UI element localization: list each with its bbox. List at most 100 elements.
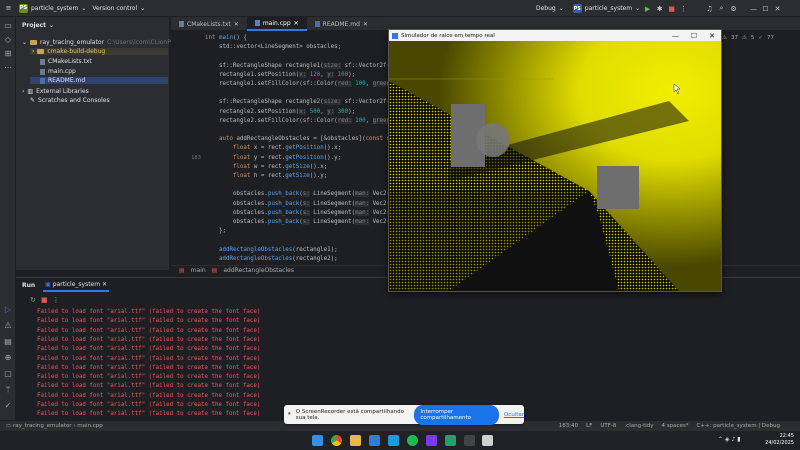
- code-token: float: [232, 145, 254, 152]
- problems-icon[interactable]: ⚠: [3, 321, 13, 331]
- stop-icon[interactable]: ■: [667, 4, 676, 13]
- close-icon[interactable]: ✕: [234, 21, 239, 28]
- start-icon[interactable]: [312, 435, 323, 446]
- project-panel-title[interactable]: Project ⌄: [22, 22, 54, 29]
- messages-icon[interactable]: ▢: [3, 369, 13, 379]
- maximize-icon[interactable]: ☐: [761, 4, 770, 13]
- tree-item-cmakelists[interactable]: CMakeLists.txt: [40, 58, 92, 65]
- more-actions-icon[interactable]: ⋮: [53, 296, 60, 304]
- todo-icon[interactable]: ✓: [3, 401, 13, 411]
- tab-main-cpp[interactable]: main.cpp ✕: [246, 17, 307, 31]
- hide-banner-link[interactable]: Ocultar: [504, 412, 524, 418]
- structure-icon[interactable]: ⊞: [3, 49, 13, 59]
- run-target-select[interactable]: PS particle_system ⌄: [572, 4, 640, 13]
- linter-status[interactable]: .clang-tidy: [624, 423, 653, 429]
- close-icon[interactable]: ✕: [363, 21, 368, 28]
- run-icon[interactable]: ▶: [643, 4, 652, 13]
- code-token: () {: [232, 35, 247, 41]
- code-token: ().y;: [309, 173, 328, 179]
- hamburger-menu-icon[interactable]: ≡: [4, 4, 13, 13]
- file-explorer-icon[interactable]: [350, 435, 361, 446]
- tree-item-cmake-build-debug[interactable]: › cmake-build-debug: [30, 48, 168, 55]
- tree-external-libraries[interactable]: › ▥ External Libraries: [22, 88, 89, 95]
- tree-scratches[interactable]: ✎ Scratches and Consoles: [30, 97, 110, 104]
- folder-icon[interactable]: ▭: [3, 21, 13, 31]
- git-icon[interactable]: ᛘ: [3, 385, 13, 395]
- code-token: rectangle1.setPosition(: [205, 71, 300, 78]
- project-path[interactable]: ▭ ray_tracing_emulator › main.cpp: [6, 423, 103, 429]
- commit-icon[interactable]: ◇: [3, 35, 13, 45]
- chevron-right-icon: ›: [22, 88, 25, 95]
- code-token: rectangle2.setPosition(: [205, 108, 300, 115]
- vcs-menu[interactable]: Version control ⌄: [92, 5, 145, 12]
- stop-sharing-button[interactable]: Interromper compartilhamento: [414, 404, 499, 425]
- code-line[interactable]: float h = rect.getSize().y;: [205, 173, 327, 179]
- terminal-icon[interactable]: ▤: [3, 337, 13, 347]
- build-context[interactable]: C++: particle_system | Debug: [697, 423, 780, 429]
- vscode-icon[interactable]: [369, 435, 380, 446]
- minimize-icon[interactable]: —: [672, 32, 679, 40]
- tab-readme[interactable]: README.md ✕: [307, 17, 376, 31]
- code-line[interactable]: rectangle2.setPosition(x: 500, y: 300);: [205, 108, 355, 115]
- tab-cmakelists[interactable]: CMakeLists.txt ✕: [171, 17, 247, 31]
- settings-icon[interactable]: ⚙: [729, 4, 738, 13]
- minimize-icon[interactable]: —: [749, 4, 758, 13]
- inspection-widget[interactable]: ⚠ 37 ⚠ 5 ✓ 77: [722, 35, 774, 41]
- run-config-tab[interactable]: ▣ particle_system ✕: [43, 279, 110, 292]
- spotify-icon[interactable]: [407, 435, 418, 446]
- tray-icons[interactable]: ⌃ ◈ ♪ ▮: [718, 436, 741, 443]
- simulator-app-icon[interactable]: [482, 435, 493, 446]
- terminal-app-icon[interactable]: [445, 435, 456, 446]
- close-icon[interactable]: ✕: [773, 4, 782, 13]
- code-line[interactable]: addRectangleObstacles(rectangle1);: [205, 247, 338, 253]
- line-separator[interactable]: LF: [586, 423, 592, 429]
- code-line[interactable]: addRectangleObstacles(rectangle2);: [205, 256, 338, 262]
- maximize-icon[interactable]: ☐: [691, 32, 697, 40]
- debug-icon[interactable]: ✱: [655, 4, 664, 13]
- search-icon[interactable]: ⌕: [717, 4, 726, 13]
- tree-item-readme[interactable]: README.md: [30, 77, 168, 84]
- tree-root[interactable]: ⌄ ray_tracing_emulator C:\Users\lcom\CLi…: [22, 39, 191, 46]
- close-icon[interactable]: ✕: [102, 281, 107, 288]
- caret-position[interactable]: 183:40: [559, 423, 578, 429]
- close-icon[interactable]: ✕: [294, 20, 299, 27]
- services-icon[interactable]: ⊕: [3, 353, 13, 363]
- project-badge: PS: [19, 3, 28, 13]
- folder-icon: [30, 40, 38, 45]
- code-token: addRectangleObstacles: [218, 246, 293, 253]
- chrome-icon[interactable]: [331, 435, 342, 446]
- clion-icon[interactable]: [426, 435, 437, 446]
- run-tool-icon[interactable]: ▷: [3, 305, 13, 315]
- breadcrumb-item[interactable]: main: [191, 267, 206, 274]
- notifications-icon[interactable]: ♫: [705, 4, 714, 13]
- breadcrumb-item[interactable]: addRectangleObstacles: [223, 267, 294, 274]
- rerun-icon[interactable]: ↻: [30, 296, 36, 304]
- indent-setting[interactable]: 4 spaces*: [662, 423, 689, 429]
- code-line[interactable]: float w = rect.getSize().x;: [205, 164, 327, 170]
- file-encoding[interactable]: UTF-8: [600, 423, 616, 429]
- close-icon[interactable]: ✕: [709, 32, 715, 40]
- more-actions-icon[interactable]: ⋮: [679, 4, 688, 13]
- typo-icon: ✓: [758, 35, 763, 41]
- function-icon: ▤: [211, 267, 218, 274]
- steam-icon[interactable]: [388, 435, 399, 446]
- code-line[interactable]: std::vector<LineSegment> obstacles;: [205, 44, 341, 50]
- simulator-window[interactable]: Simulador de raios em tempo real — ☐ ✕: [388, 29, 722, 292]
- screenrecorder-icon[interactable]: [464, 435, 475, 446]
- clock[interactable]: 22:45 24/02/2025: [765, 433, 794, 447]
- code-token: 100: [337, 71, 349, 78]
- chevron-down-icon: ⌄: [140, 4, 146, 12]
- tree-item-main-cpp[interactable]: main.cpp: [40, 68, 76, 75]
- simulation-canvas[interactable]: [389, 41, 721, 291]
- chevron-down-icon: ⌄: [81, 4, 87, 12]
- code-line[interactable]: float y = rect.getPosition().y;: [205, 155, 341, 161]
- project-switcher[interactable]: PS particle_system ⌄: [19, 3, 87, 13]
- more-tools-icon[interactable]: ⋯: [3, 63, 13, 73]
- code-line[interactable]: float x = rect.getPosition().x;: [205, 145, 341, 151]
- code-line[interactable]: int main() {: [205, 35, 247, 41]
- code-line[interactable]: rectangle1.setPosition(x: 120, y: 100);: [205, 71, 355, 78]
- stop-icon[interactable]: ■: [41, 296, 48, 304]
- code-line[interactable]: };: [205, 228, 226, 234]
- build-config-select[interactable]: Debug ⌄: [536, 5, 564, 12]
- inlay-hint: man:: [355, 209, 370, 216]
